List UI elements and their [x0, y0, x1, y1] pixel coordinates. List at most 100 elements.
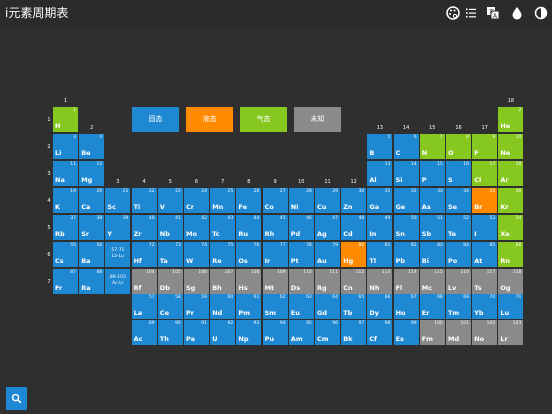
element-cell[interactable]: 116 Lv: [446, 269, 471, 294]
element-cell[interactable]: 88 Ra: [79, 269, 105, 294]
element-cell[interactable]: 115 Mc: [419, 269, 445, 294]
element-cell[interactable]: 36 Kr: [498, 188, 524, 213]
element-cell[interactable]: 99 Es: [393, 320, 419, 345]
element-cell[interactable]: 75 Re: [210, 242, 236, 267]
element-cell[interactable]: 44 Ru: [236, 215, 262, 240]
element-cell[interactable]: 100 Fm: [419, 320, 445, 345]
element-cell[interactable]: 22 Ti: [131, 188, 157, 213]
element-cell[interactable]: 26 Fe: [236, 188, 262, 213]
legend-liquid[interactable]: 液态: [186, 107, 233, 132]
element-cell[interactable]: 107 Bh: [210, 269, 236, 294]
element-cell[interactable]: 65 Tb: [341, 294, 367, 319]
element-cell[interactable]: 52 Te: [446, 215, 471, 240]
element-cell[interactable]: 31 Ga: [367, 188, 393, 213]
element-cell[interactable]: 118 Og: [498, 269, 524, 294]
element-cell[interactable]: 23 V: [157, 188, 183, 213]
element-cell[interactable]: 3 Li: [53, 134, 78, 159]
element-cell[interactable]: 49 In: [367, 215, 393, 240]
element-cell[interactable]: 47 Ag: [315, 215, 340, 240]
element-cell[interactable]: 34 Se: [446, 188, 471, 213]
element-cell[interactable]: 112 Cn: [341, 269, 367, 294]
element-cell[interactable]: 69 Tm: [446, 294, 471, 319]
element-cell[interactable]: 79 Au: [315, 242, 340, 267]
legend-solid[interactable]: 固态: [132, 107, 179, 132]
element-cell[interactable]: 82 Pb: [393, 242, 419, 267]
element-cell[interactable]: 81 Tl: [367, 242, 393, 267]
element-cell[interactable]: 35 Br: [472, 188, 498, 213]
element-cell[interactable]: 92 U: [210, 320, 236, 345]
element-cell[interactable]: 103 Lr: [498, 320, 524, 345]
element-cell[interactable]: 80 Hg: [341, 242, 367, 267]
element-cell[interactable]: 7N: [419, 134, 445, 159]
element-cell[interactable]: 42 Mo: [184, 215, 209, 240]
element-cell[interactable]: 62 Sm: [262, 294, 288, 319]
element-cell[interactable]: 111 Rg: [315, 269, 340, 294]
element-cell[interactable]: 14 Si: [393, 161, 419, 186]
element-cell[interactable]: 29 Cu: [315, 188, 340, 213]
element-cell[interactable]: 98 Cf: [367, 320, 393, 345]
element-cell[interactable]: 60 Nd: [210, 294, 236, 319]
element-cell[interactable]: 87 Fr: [53, 269, 78, 294]
element-cell[interactable]: 104 Rf: [131, 269, 157, 294]
element-cell[interactable]: 93 Np: [236, 320, 262, 345]
element-cell[interactable]: 17 Cl: [472, 161, 498, 186]
element-cell[interactable]: 2 He: [498, 107, 524, 132]
element-cell[interactable]: 67 Ho: [393, 294, 419, 319]
element-cell[interactable]: 5B: [367, 134, 393, 159]
element-cell[interactable]: 72 Hf: [131, 242, 157, 267]
element-cell[interactable]: 78 Pt: [288, 242, 314, 267]
element-cell[interactable]: 58 Ce: [157, 294, 183, 319]
element-cell[interactable]: 13 Al: [367, 161, 393, 186]
element-cell[interactable]: 66 Dy: [367, 294, 393, 319]
element-cell[interactable]: 21 Sc: [105, 188, 131, 213]
element-cell[interactable]: 84 Po: [446, 242, 471, 267]
element-cell[interactable]: 101 Md: [446, 320, 471, 345]
element-cell[interactable]: 83 Bi: [419, 242, 445, 267]
element-cell[interactable]: 16 S: [446, 161, 471, 186]
element-cell[interactable]: 18 Ar: [498, 161, 524, 186]
element-cell[interactable]: 50 Sn: [393, 215, 419, 240]
element-cell[interactable]: 30 Zn: [341, 188, 367, 213]
element-cell[interactable]: 91 Pa: [184, 320, 209, 345]
element-cell[interactable]: 45 Rh: [262, 215, 288, 240]
element-cell[interactable]: 33 As: [419, 188, 445, 213]
element-cell[interactable]: 61 Pm: [236, 294, 262, 319]
element-cell[interactable]: 64 Gd: [315, 294, 340, 319]
element-cell[interactable]: 56 Ba: [79, 242, 105, 267]
element-cell[interactable]: 8O: [446, 134, 471, 159]
element-cell[interactable]: 71 Lu: [498, 294, 524, 319]
element-cell[interactable]: 11 Na: [53, 161, 78, 186]
element-cell[interactable]: 55 Cs: [53, 242, 78, 267]
element-cell[interactable]: 24 Cr: [184, 188, 209, 213]
element-cell[interactable]: 89 Ac: [131, 320, 157, 345]
element-cell[interactable]: 46 Pd: [288, 215, 314, 240]
legend-unknown[interactable]: 未知: [294, 107, 341, 132]
element-cell[interactable]: 109 Mt: [262, 269, 288, 294]
element-cell[interactable]: 20 Ca: [79, 188, 105, 213]
legend-gas[interactable]: 气态: [240, 107, 287, 132]
element-cell[interactable]: 86 Rn: [498, 242, 524, 267]
element-cell[interactable]: 94 Pu: [262, 320, 288, 345]
element-cell[interactable]: 6C: [393, 134, 419, 159]
element-cell[interactable]: 57 La: [131, 294, 157, 319]
element-cell[interactable]: 41 Nb: [157, 215, 183, 240]
series-placeholder[interactable]: 57-71 La-Lu: [105, 242, 131, 267]
element-cell[interactable]: 77 Ir: [262, 242, 288, 267]
element-cell[interactable]: 90 Th: [157, 320, 183, 345]
element-cell[interactable]: 73 Ta: [157, 242, 183, 267]
element-cell[interactable]: 95 Am: [288, 320, 314, 345]
element-cell[interactable]: 48 Cd: [341, 215, 367, 240]
element-cell[interactable]: 97 Bk: [341, 320, 367, 345]
element-cell[interactable]: 38 Sr: [79, 215, 105, 240]
element-cell[interactable]: 43 Tc: [210, 215, 236, 240]
element-cell[interactable]: 51 Sb: [419, 215, 445, 240]
element-cell[interactable]: 15 P: [419, 161, 445, 186]
element-cell[interactable]: 54 Xe: [498, 215, 524, 240]
element-cell[interactable]: 40 Zr: [131, 215, 157, 240]
element-cell[interactable]: 76 Os: [236, 242, 262, 267]
element-cell[interactable]: 37 Rb: [53, 215, 78, 240]
element-cell[interactable]: 53 I: [472, 215, 498, 240]
element-cell[interactable]: 4 Be: [79, 134, 105, 159]
element-cell[interactable]: 105 Db: [157, 269, 183, 294]
series-placeholder[interactable]: 89-103 Ac-Lr: [105, 269, 131, 294]
